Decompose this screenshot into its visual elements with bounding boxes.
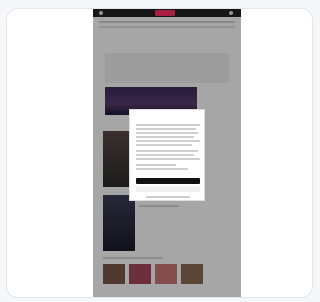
dialog-text-line <box>136 136 194 138</box>
cookie-consent-dialog <box>129 109 205 201</box>
preview-card <box>6 8 313 298</box>
dialog-text-line <box>136 124 200 126</box>
dialog-text-line <box>136 154 194 156</box>
dialog-text-line <box>136 168 188 170</box>
dialog-text-line <box>136 150 198 152</box>
website-screenshot <box>93 9 241 297</box>
more-options-button[interactable] <box>136 186 200 192</box>
dialog-text-line <box>136 164 176 166</box>
dialog-text-line <box>136 140 200 142</box>
dialog-footer-line <box>146 196 190 198</box>
dialog-text-line <box>136 144 192 146</box>
dialog-title <box>134 114 202 120</box>
dialog-text-line <box>136 158 200 160</box>
accept-button[interactable] <box>136 178 200 184</box>
dialog-text-line <box>136 128 196 130</box>
dialog-text-line <box>136 132 198 134</box>
